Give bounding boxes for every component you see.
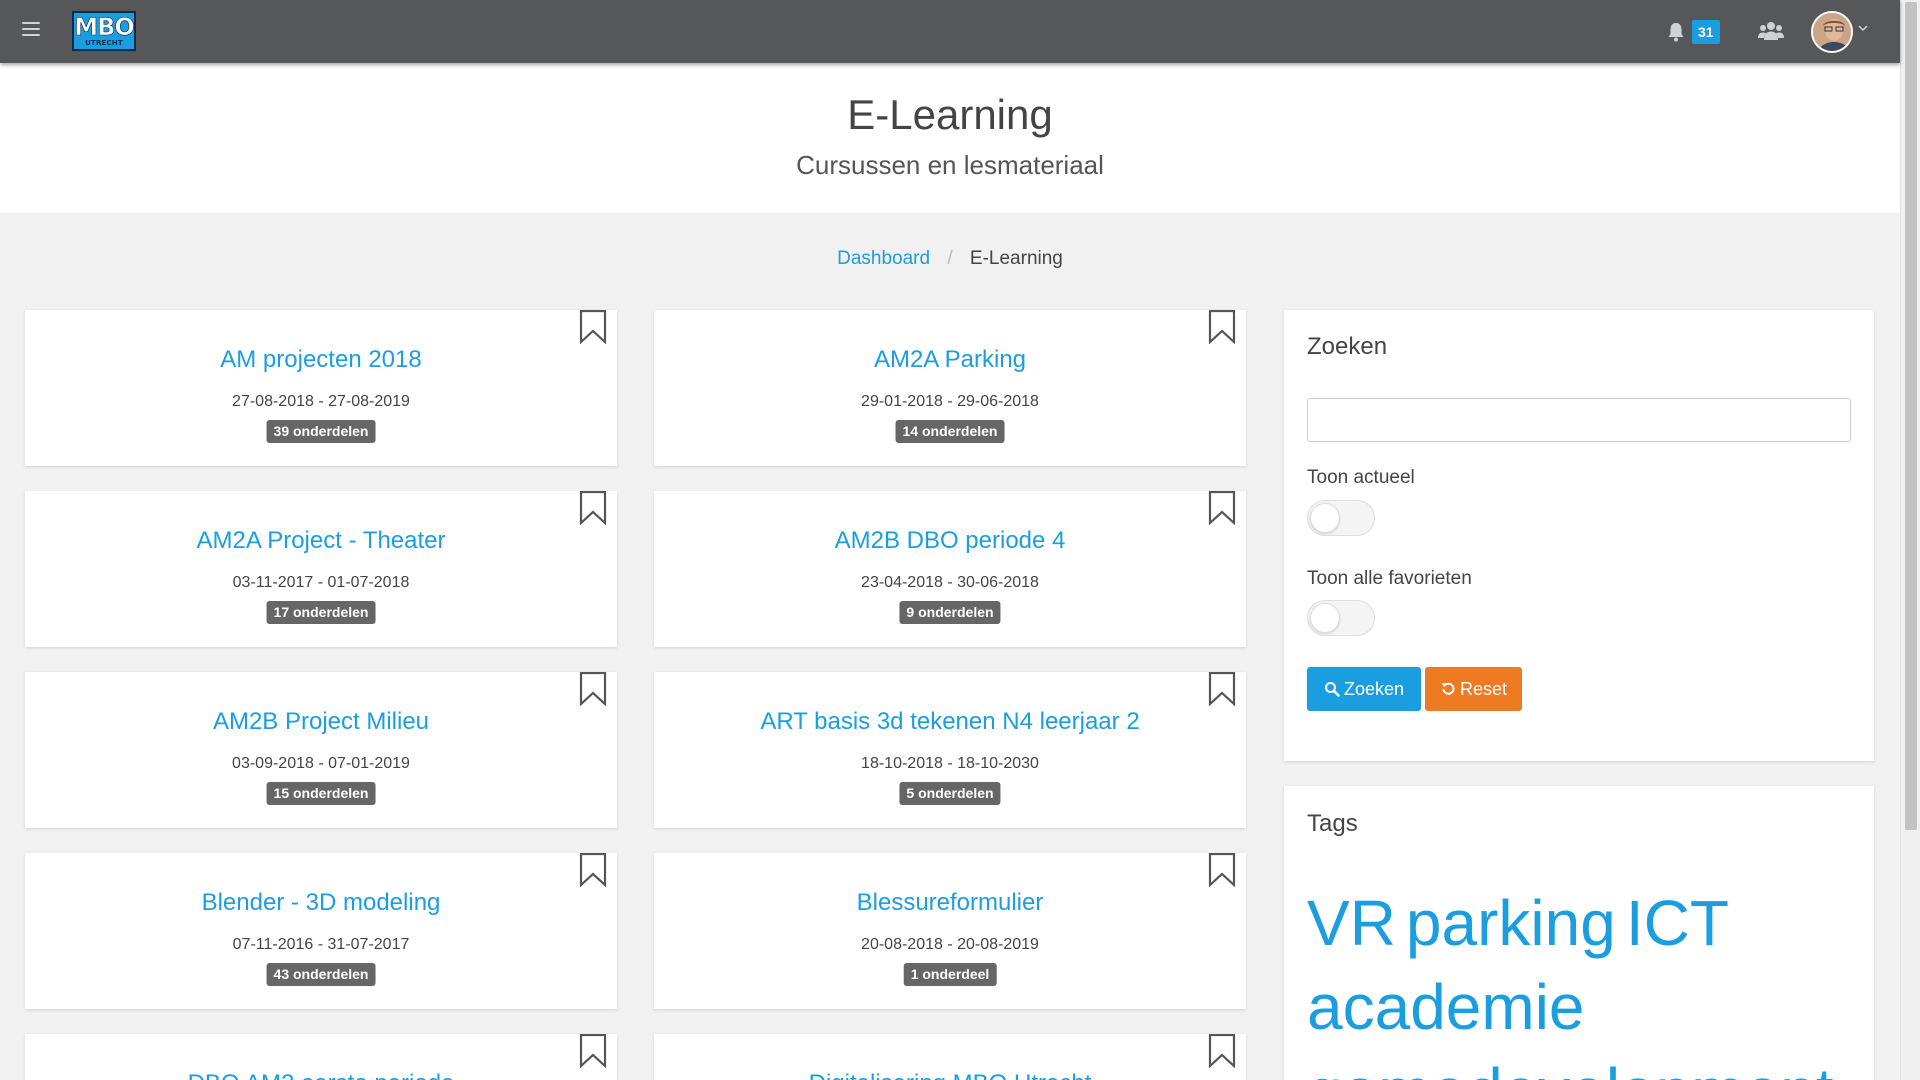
page-scrollbar[interactable]: [1900, 0, 1920, 1080]
course-title[interactable]: AM2A Parking: [654, 346, 1246, 374]
toggle-favorites-label: Toon alle favorieten: [1307, 568, 1472, 589]
course-card[interactable]: AM2A Project - Theater 03-11-2017 - 01-0…: [25, 491, 617, 647]
course-count-badge: 39 onderdelen: [266, 420, 376, 443]
toggle-favorites-switch[interactable]: [1307, 600, 1375, 636]
search-icon: [1324, 682, 1340, 697]
search-panel-title: Zoeken: [1307, 333, 1388, 360]
reset-button[interactable]: Reset: [1425, 667, 1522, 711]
course-title[interactable]: Blessureformulier: [654, 889, 1246, 917]
users-icon[interactable]: [1758, 20, 1784, 42]
tag-link[interactable]: VR: [1307, 887, 1396, 959]
logo-subtext: UTRECHT: [85, 39, 123, 47]
search-panel: Zoeken Toon actueel Toon alle favorieten…: [1284, 310, 1874, 761]
course-card[interactable]: Blessureformulier 20-08-2018 - 20-08-201…: [654, 853, 1246, 1009]
page-header: E-Learning Cursussen en lesmateriaal: [0, 63, 1900, 213]
breadcrumb-current: E-Learning: [969, 248, 1063, 269]
bookmark-icon[interactable]: [1208, 310, 1236, 344]
search-button[interactable]: Zoeken: [1307, 667, 1421, 711]
menu-icon[interactable]: [22, 22, 40, 38]
course-dates: 03-09-2018 - 07-01-2019: [232, 755, 410, 772]
course-dates: 07-11-2016 - 31-07-2017: [232, 936, 410, 953]
search-input[interactable]: [1307, 398, 1851, 442]
course-count-badge: 15 onderdelen: [266, 782, 376, 805]
undo-icon: [1441, 682, 1455, 695]
bookmark-icon[interactable]: [579, 853, 607, 887]
breadcrumb-separator: /: [947, 248, 953, 269]
page-subtitle: Cursussen en lesmateriaal: [796, 150, 1104, 180]
tag-link[interactable]: parking: [1406, 887, 1616, 959]
toggle-knob: [1310, 503, 1340, 533]
bookmark-icon[interactable]: [579, 491, 607, 525]
course-card[interactable]: Blender - 3D modeling 07-11-2016 - 31-07…: [25, 853, 617, 1009]
scrollbar-thumb[interactable]: [1905, 2, 1917, 830]
bookmark-icon[interactable]: [1208, 1034, 1236, 1068]
top-navbar: MBO UTRECHT 31: [0, 0, 1900, 63]
toggle-knob: [1310, 603, 1340, 633]
course-count-badge: 5 onderdelen: [899, 782, 1001, 805]
user-photo-icon: [1813, 13, 1851, 51]
bookmark-icon[interactable]: [579, 672, 607, 706]
course-title[interactable]: AM2A Project - Theater: [25, 527, 617, 555]
tags-panel-title: Tags: [1307, 810, 1358, 837]
course-card[interactable]: DBO AM2 eerste periode: [25, 1034, 617, 1080]
course-title[interactable]: DBO AM2 eerste periode: [25, 1070, 617, 1080]
course-count-badge: 43 onderdelen: [266, 963, 376, 986]
tag-link[interactable]: gamedevelopment: [1307, 1055, 1834, 1080]
page-title: E-Learning: [847, 91, 1053, 138]
course-card[interactable]: Digitalisering MBO Utrecht: [654, 1034, 1246, 1080]
course-dates: 20-08-2018 - 20-08-2019: [861, 936, 1039, 953]
course-dates: 27-08-2018 - 27-08-2019: [232, 393, 410, 410]
bookmark-icon[interactable]: [579, 310, 607, 344]
course-title[interactable]: ART basis 3d tekenen N4 leerjaar 2: [654, 708, 1246, 736]
logo[interactable]: MBO UTRECHT: [72, 11, 136, 51]
course-count-badge: 17 onderdelen: [266, 601, 376, 624]
bookmark-icon[interactable]: [1208, 672, 1236, 706]
course-count-badge: 1 onderdeel: [903, 963, 997, 986]
course-dates: 29-01-2018 - 29-06-2018: [861, 393, 1039, 410]
course-dates: 03-11-2017 - 01-07-2018: [232, 574, 410, 591]
reset-button-label: Reset: [1459, 678, 1508, 699]
course-title[interactable]: AM projecten 2018: [25, 346, 617, 374]
breadcrumb-dashboard-link[interactable]: Dashboard: [837, 248, 930, 269]
course-card[interactable]: AM projecten 2018 27-08-2018 - 27-08-201…: [25, 310, 617, 466]
chevron-down-icon[interactable]: [1857, 22, 1869, 34]
course-title[interactable]: AM2B DBO periode 4: [654, 527, 1246, 555]
course-card[interactable]: AM2A Parking 29-01-2018 - 29-06-2018 14 …: [654, 310, 1246, 466]
tag-cloud: VRparkingICT academie gamedevelopment: [1307, 881, 1867, 1080]
bookmark-icon[interactable]: [579, 1034, 607, 1068]
course-title[interactable]: AM2B Project Milieu: [25, 708, 617, 736]
avatar[interactable]: [1811, 11, 1853, 53]
course-title[interactable]: Blender - 3D modeling: [25, 889, 617, 917]
bookmark-icon[interactable]: [1208, 491, 1236, 525]
bookmark-icon[interactable]: [1208, 853, 1236, 887]
course-card[interactable]: AM2B Project Milieu 03-09-2018 - 07-01-2…: [25, 672, 617, 828]
course-card[interactable]: ART basis 3d tekenen N4 leerjaar 2 18-10…: [654, 672, 1246, 828]
search-button-label: Zoeken: [1343, 678, 1405, 699]
course-dates: 23-04-2018 - 30-06-2018: [861, 574, 1039, 591]
tag-link[interactable]: academie: [1307, 971, 1585, 1043]
bell-icon[interactable]: [1667, 22, 1685, 42]
course-title[interactable]: Digitalisering MBO Utrecht: [654, 1070, 1246, 1080]
course-dates: 18-10-2018 - 18-10-2030: [861, 755, 1039, 772]
course-count-badge: 14 onderdelen: [895, 420, 1005, 443]
logo-text: MBO: [74, 13, 135, 41]
toggle-current-switch[interactable]: [1307, 500, 1375, 536]
tag-link[interactable]: ICT: [1626, 887, 1729, 959]
toggle-current-label: Toon actueel: [1307, 467, 1415, 488]
course-count-badge: 9 onderdelen: [899, 601, 1001, 624]
course-card[interactable]: AM2B DBO periode 4 23-04-2018 - 30-06-20…: [654, 491, 1246, 647]
notification-badge[interactable]: 31: [1692, 20, 1720, 44]
breadcrumb: Dashboard / E-Learning: [0, 248, 1900, 270]
tags-panel: Tags VRparkingICT academie gamedevelopme…: [1284, 786, 1874, 1080]
